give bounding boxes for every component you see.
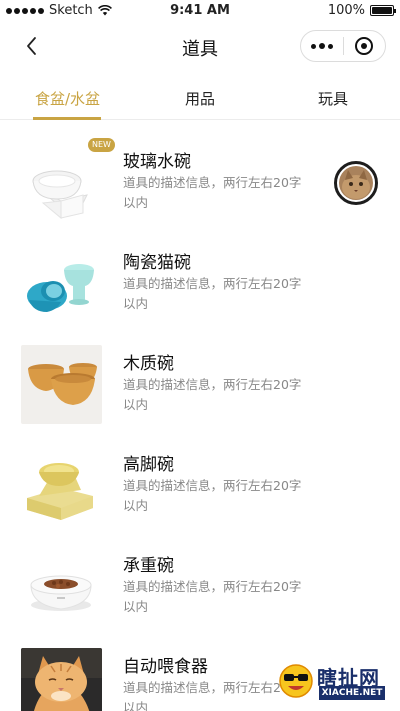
status-right: 100% xyxy=(327,3,396,18)
auto-feeder-image xyxy=(21,648,102,711)
watermark-logo: 瞎扯网 XIACHE.NET xyxy=(279,660,397,708)
wooden-bowl-image xyxy=(21,345,102,424)
nav-bar: 道具 xyxy=(0,22,400,70)
item-description: 道具的描述信息，两行左右20字以内 xyxy=(123,478,302,513)
ceramic-bowl-image xyxy=(21,244,102,323)
list-item[interactable]: 高脚碗 道具的描述信息，两行左右20字以内 xyxy=(0,424,400,525)
item-title: 陶瓷猫碗 xyxy=(123,253,191,273)
scale-bowl-image xyxy=(21,547,102,626)
battery-icon xyxy=(370,5,396,16)
watermark-subtext: XIACHE.NET xyxy=(319,686,385,700)
status-bar: Sketch 9:41 AM 100% xyxy=(0,0,400,22)
item-title: 高脚碗 xyxy=(123,455,174,475)
item-title: 玻璃水碗 xyxy=(123,152,191,172)
item-title: 自动喂食器 xyxy=(123,657,208,677)
mini-program-capsule xyxy=(300,30,386,62)
battery-fill xyxy=(372,7,392,14)
item-description: 道具的描述信息，两行左右20字以内 xyxy=(123,579,302,614)
cat-avatar-image xyxy=(339,166,373,200)
tab-food-water-bowls[interactable]: 食盆/水盆 xyxy=(35,88,100,109)
category-tabs: 食盆/水盆 用品 玩具 xyxy=(0,70,400,120)
smiley-face-icon xyxy=(279,664,313,698)
list-item[interactable]: 陶瓷猫碗 道具的描述信息，两行左右20字以内 xyxy=(0,222,400,323)
tab-supplies[interactable]: 用品 xyxy=(185,88,215,109)
floating-avatar-button[interactable] xyxy=(334,161,378,205)
item-description: 道具的描述信息，两行左右20字以内 xyxy=(123,175,302,210)
raised-bowl-image xyxy=(21,446,102,525)
list-item[interactable]: 木质碗 道具的描述信息，两行左右20字以内 xyxy=(0,323,400,424)
glass-bowl-image xyxy=(21,143,102,222)
new-badge: NEW xyxy=(88,138,115,152)
item-title: 木质碗 xyxy=(123,354,174,374)
active-tab-indicator xyxy=(33,117,101,120)
tab-toys[interactable]: 玩具 xyxy=(318,88,348,109)
list-item[interactable]: 承重碗 道具的描述信息，两行左右20字以内 xyxy=(0,525,400,626)
item-description: 道具的描述信息，两行左右20字以内 xyxy=(123,377,302,412)
item-title: 承重碗 xyxy=(123,556,174,576)
battery-percent: 100% xyxy=(327,3,365,18)
more-icon[interactable] xyxy=(301,31,343,61)
item-description: 道具的描述信息，两行左右20字以内 xyxy=(123,276,302,311)
close-mini-program-icon[interactable] xyxy=(344,31,385,61)
